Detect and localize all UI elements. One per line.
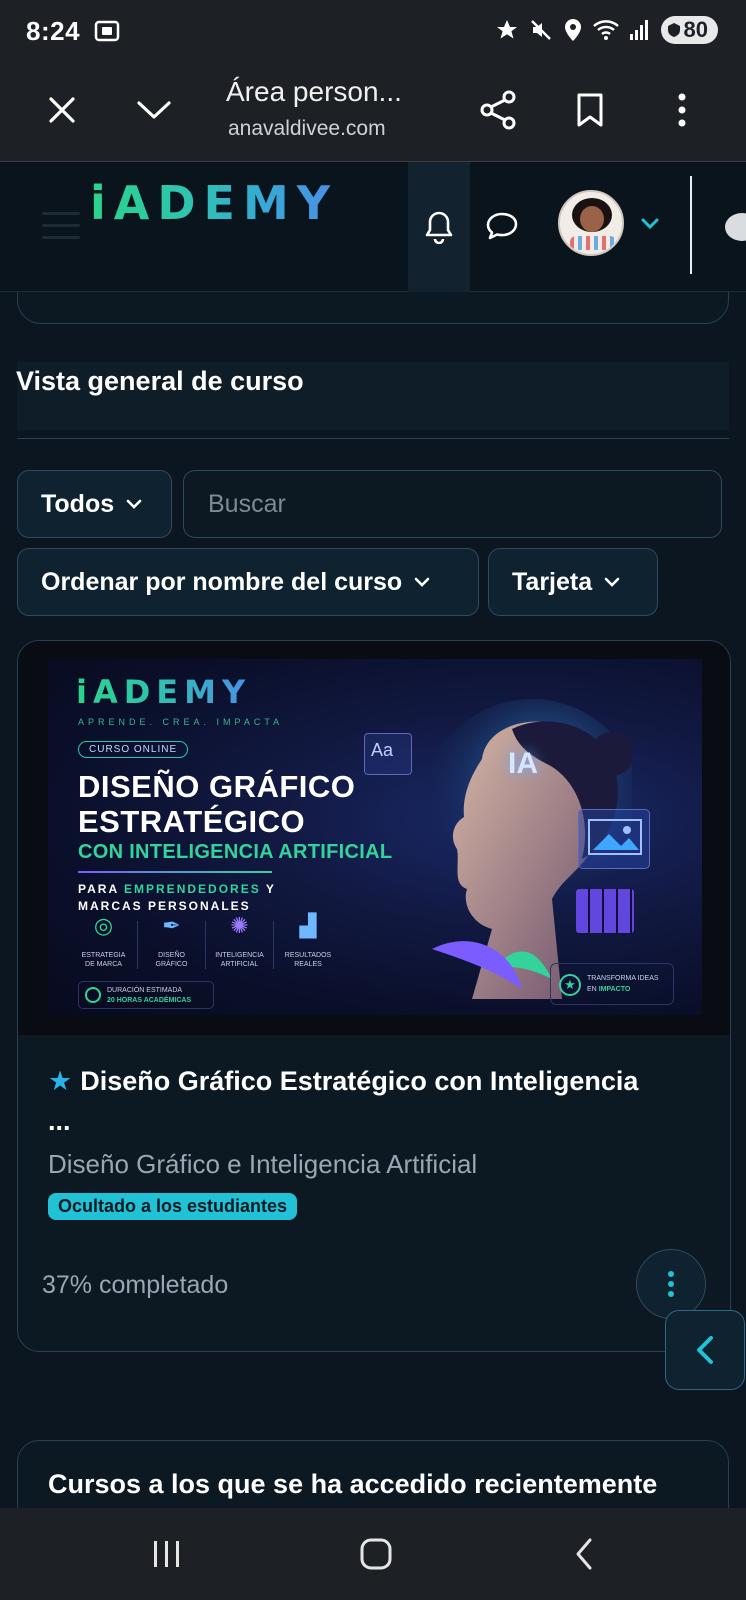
system-nav-bar — [0, 1508, 746, 1600]
main-content: Vista general de curso Todos Buscar Orde… — [0, 292, 746, 1508]
banner-duration: DURACIÓN ESTIMADA 20 HORAS ACADÉMICAS — [78, 981, 214, 1009]
grid-icon — [576, 889, 634, 933]
share-icon — [480, 90, 516, 130]
notifications-button[interactable] — [408, 162, 470, 292]
banner-pill: CURSO ONLINE — [78, 741, 189, 758]
recent-apps-button[interactable] — [145, 1534, 189, 1574]
image-icon — [578, 809, 650, 869]
font-icon: Aa — [364, 733, 412, 775]
banner-transform: ★ TRANSFORMA IDEAS EN IMPACTO — [550, 963, 674, 1005]
banner-heading: DISEÑO GRÁFICO ESTRATÉGICO — [78, 769, 356, 839]
bar-chart-icon: ▟ — [299, 913, 317, 938]
ia-badge: IA — [508, 747, 538, 780]
signal-icon — [629, 20, 648, 40]
drawer-toggle-button[interactable] — [665, 1310, 745, 1390]
battery-icon: 80 — [660, 16, 718, 44]
chat-icon — [486, 212, 518, 240]
location-icon — [564, 19, 581, 41]
status-bar: 8:24 80 — [0, 0, 746, 60]
banner-subheading: CON INTELIGENCIA ARTIFICIAL — [78, 841, 393, 863]
banner-logo: iADEMY — [76, 673, 252, 711]
banner-tagline: APRENDE. CREA. IMPACTA — [78, 717, 284, 727]
avatar[interactable] — [558, 190, 624, 256]
course-info: ★ Diseño Gráfico Estratégico con Intelige… — [18, 1035, 730, 1351]
course-image[interactable]: iADEMY APRENDE. CREA. IMPACTA CURSO ONLI… — [18, 641, 730, 1035]
status-badge: Ocultado a los estudiantes — [48, 1193, 298, 1220]
bell-icon — [425, 211, 453, 244]
sort-label: Ordenar por nombre del curso — [41, 567, 403, 596]
recents-icon — [154, 1541, 179, 1567]
collapse-button[interactable] — [128, 84, 180, 136]
star-icon — [496, 20, 517, 39]
star-icon: ★ — [559, 974, 581, 996]
chevron-down-icon — [604, 577, 620, 587]
site-logo[interactable]: iADEMY — [90, 176, 338, 230]
bookmark-icon — [577, 93, 603, 127]
banner-rule — [78, 871, 272, 873]
back-button[interactable] — [562, 1534, 606, 1574]
screenshot-icon — [94, 20, 120, 42]
brain-icon: ✺ — [230, 913, 249, 938]
course-title[interactable]: ★ Diseño Gráfico Estratégico con Intelige… — [48, 1061, 668, 1141]
chevron-down-icon — [137, 101, 171, 119]
site-header: iADEMY — [0, 162, 746, 292]
chevron-left-icon — [697, 1336, 713, 1364]
banner-audience: PARA EMPRENDEDORES Y MARCAS PERSONALES — [78, 882, 276, 913]
chevron-down-icon — [126, 499, 142, 509]
feature-item: ✺ INTELIGENCIA ARTIFICIAL — [206, 913, 274, 969]
bookmark-button[interactable] — [564, 84, 616, 136]
messages-button[interactable] — [480, 204, 524, 248]
status-time: 8:24 — [26, 16, 81, 46]
back-icon — [576, 1538, 592, 1570]
battery-level: 80 — [683, 17, 708, 42]
chevron-down-icon[interactable] — [638, 212, 662, 236]
course-card[interactable]: iADEMY APRENDE. CREA. IMPACTA CURSO ONLI… — [17, 640, 731, 1352]
clock-icon — [85, 987, 101, 1003]
share-button[interactable] — [472, 84, 524, 136]
search-placeholder: Buscar — [208, 489, 286, 518]
header-divider — [690, 176, 692, 274]
close-icon — [49, 97, 75, 123]
close-button[interactable] — [36, 84, 88, 136]
view-label: Tarjeta — [512, 567, 593, 596]
page-url[interactable]: anavaldivee.com — [228, 117, 386, 141]
filter-dropdown[interactable]: Todos — [17, 470, 172, 538]
feature-item: ✒ DISEÑO GRÁFICO — [138, 913, 206, 969]
view-dropdown[interactable]: Tarjeta — [488, 548, 658, 616]
star-icon[interactable]: ★ — [48, 1066, 72, 1096]
filter-label: Todos — [41, 489, 115, 518]
mute-icon — [530, 20, 551, 40]
more-vertical-icon — [668, 1271, 674, 1297]
more-vertical-icon — [678, 93, 686, 127]
search-input[interactable]: Buscar — [183, 470, 722, 538]
feature-item: ◎ ESTRATEGIA DE MARCA — [70, 913, 138, 969]
sort-dropdown[interactable]: Ordenar por nombre del curso — [17, 548, 479, 616]
section-title: Vista general de curso — [16, 366, 304, 396]
section-divider — [17, 438, 729, 439]
feature-item: ▟ RESULTADOS REALES — [274, 913, 342, 969]
chevron-down-icon — [414, 577, 430, 587]
course-banner: iADEMY APRENDE. CREA. IMPACTA CURSO ONLI… — [48, 659, 702, 1015]
course-progress: 37% completado — [42, 1271, 229, 1299]
recent-courses-title: Cursos a los que se ha accedido reciente… — [48, 1469, 658, 1499]
previous-block — [17, 292, 729, 324]
logo-text: iADEMY — [90, 176, 339, 230]
home-icon — [360, 1538, 392, 1570]
recent-courses-block: Cursos a los que se ha accedido reciente… — [17, 1440, 729, 1508]
course-actions-button[interactable] — [636, 1249, 706, 1319]
target-icon: ◎ — [93, 913, 114, 938]
more-options-button[interactable] — [656, 84, 708, 136]
wifi-icon — [592, 20, 619, 40]
banner-features: ◎ ESTRATEGIA DE MARCA ✒ DISEÑO GRÁFICO ✺ I… — [70, 913, 350, 969]
browser-toolbar: Área person... anavaldivee.com — [0, 60, 746, 162]
home-button[interactable] — [354, 1534, 398, 1574]
page-title: Área person... — [226, 76, 402, 107]
mode-toggle[interactable] — [722, 210, 746, 244]
menu-icon[interactable] — [42, 212, 80, 242]
course-category: Diseño Gráfico e Inteligencia Artificial — [48, 1149, 478, 1179]
pen-icon: ✒ — [162, 913, 181, 938]
